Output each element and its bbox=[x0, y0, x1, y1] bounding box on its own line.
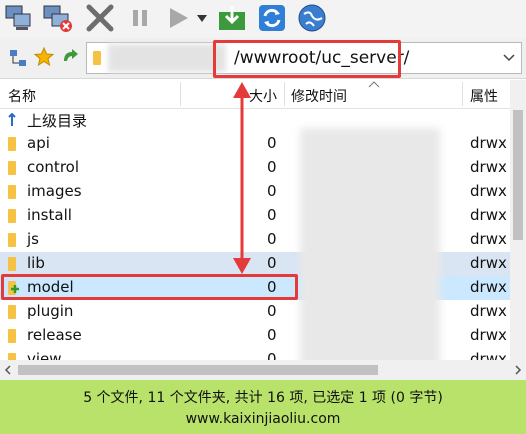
website-watermark: www.kaixinjiaoliu.com bbox=[185, 411, 341, 427]
folder-icon bbox=[8, 137, 16, 151]
chevron-right-icon[interactable] bbox=[513, 365, 523, 375]
chevron-down-icon[interactable] bbox=[194, 2, 210, 34]
file-size: 0 bbox=[267, 230, 277, 248]
file-name: js bbox=[27, 230, 39, 248]
disconnect-icon[interactable] bbox=[42, 2, 74, 34]
file-attributes: drwx bbox=[470, 206, 507, 224]
file-size: 0 bbox=[267, 302, 277, 320]
file-attributes: drwx bbox=[470, 350, 507, 360]
file-attributes: drwx bbox=[470, 254, 507, 272]
file-attributes: drwx bbox=[470, 278, 507, 296]
globe-icon[interactable] bbox=[296, 2, 328, 34]
folder-icon bbox=[8, 161, 16, 175]
folder-icon bbox=[8, 257, 16, 271]
file-size: 0 bbox=[267, 350, 277, 360]
pause-icon[interactable] bbox=[124, 2, 156, 34]
file-name: lib bbox=[27, 254, 45, 272]
play-icon[interactable] bbox=[162, 2, 194, 34]
file-name: install bbox=[27, 206, 72, 224]
annotation-double-arrow bbox=[233, 82, 251, 274]
file-size: 0 bbox=[267, 134, 277, 152]
column-name[interactable]: 名称 bbox=[8, 86, 36, 106]
annotation-box-path bbox=[213, 40, 401, 78]
chevron-down-icon[interactable] bbox=[503, 51, 515, 63]
redacted-host bbox=[108, 44, 226, 72]
favorites-star-icon[interactable] bbox=[34, 47, 54, 67]
folder-icon bbox=[8, 329, 16, 343]
file-name: release bbox=[27, 326, 82, 344]
status-summary: 5 个文件, 11 个文件夹, 共计 16 项, 已选定 1 项 (0 字节) bbox=[83, 390, 443, 406]
folder-icon bbox=[93, 51, 101, 65]
file-size: 0 bbox=[267, 158, 277, 176]
download-icon[interactable] bbox=[216, 2, 248, 34]
file-size: 0 bbox=[267, 326, 277, 344]
connect-computers-icon[interactable] bbox=[4, 2, 36, 34]
toolbar bbox=[0, 0, 526, 38]
file-attributes: drwx bbox=[470, 302, 507, 320]
file-size: 0 bbox=[267, 254, 277, 272]
file-name: control bbox=[27, 158, 79, 176]
refresh-icon[interactable] bbox=[256, 2, 288, 34]
folder-icon bbox=[8, 185, 16, 199]
file-name: plugin bbox=[27, 302, 74, 320]
status-bar: 5 个文件, 11 个文件夹, 共计 16 项, 已选定 1 项 (0 字节) … bbox=[0, 380, 526, 434]
annotation-box-model bbox=[1, 274, 298, 300]
horizontal-scrollbar-thumb[interactable] bbox=[18, 365, 378, 375]
folder-icon bbox=[8, 209, 16, 223]
file-attributes: drwx bbox=[470, 182, 507, 200]
file-size: 0 bbox=[267, 206, 277, 224]
column-divider[interactable] bbox=[180, 82, 181, 106]
column-modified[interactable]: 修改时间 bbox=[291, 86, 347, 106]
folder-icon bbox=[8, 353, 16, 360]
column-header: 名称 大小 修改时间 属性 bbox=[0, 80, 526, 109]
column-divider[interactable] bbox=[462, 82, 463, 106]
file-name: api bbox=[27, 134, 50, 152]
network-icon[interactable] bbox=[8, 48, 28, 68]
folder-icon bbox=[8, 233, 16, 247]
file-size: 0 bbox=[267, 182, 277, 200]
file-name: images bbox=[27, 182, 82, 200]
file-attributes: drwx bbox=[470, 230, 507, 248]
chevron-left-icon[interactable] bbox=[3, 365, 13, 375]
redacted-modified-times bbox=[300, 128, 440, 368]
parent-directory-arrow-icon bbox=[8, 113, 16, 126]
close-icon[interactable] bbox=[84, 2, 116, 34]
column-divider[interactable] bbox=[284, 82, 285, 106]
vertical-scrollbar-thumb[interactable] bbox=[513, 110, 523, 240]
file-name: view bbox=[27, 350, 62, 360]
column-attributes[interactable]: 属性 bbox=[470, 86, 498, 106]
folder-icon bbox=[8, 305, 16, 319]
file-attributes: drwx bbox=[470, 326, 507, 344]
sort-up-icon bbox=[368, 81, 380, 88]
file-name: 上级目录 bbox=[27, 112, 88, 130]
go-up-arrow-icon[interactable] bbox=[60, 47, 80, 67]
file-attributes: drwx bbox=[470, 158, 507, 176]
file-attributes: drwx bbox=[470, 134, 507, 152]
